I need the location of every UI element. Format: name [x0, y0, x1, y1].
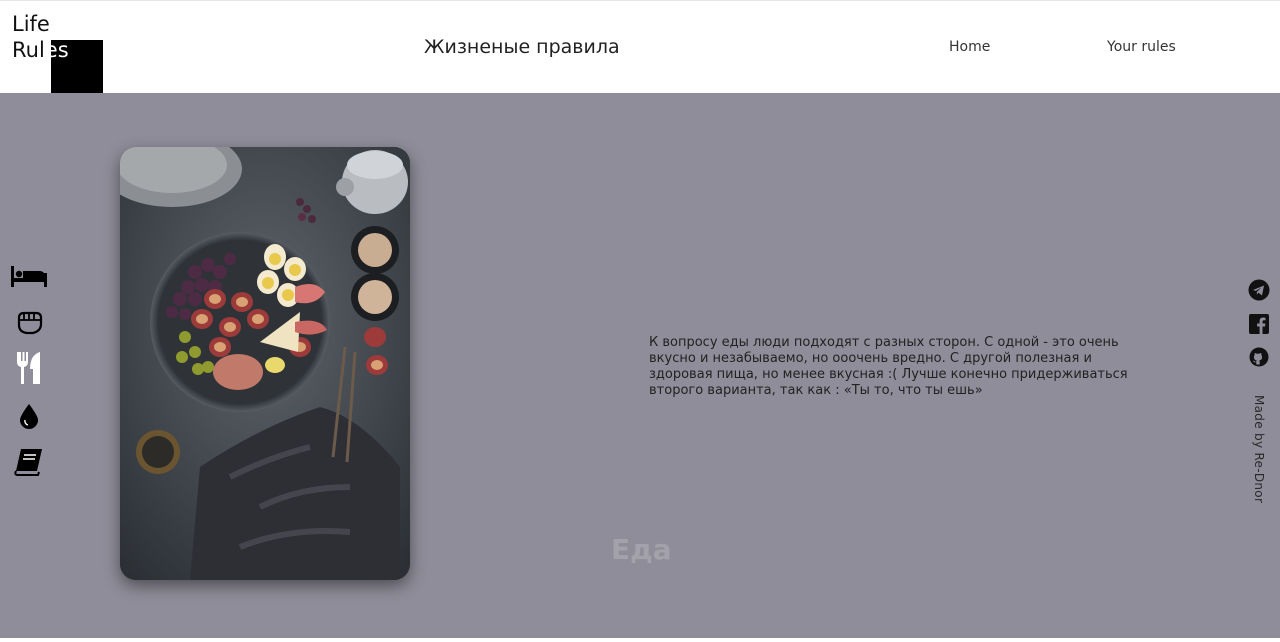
nav-your-rules-link[interactable]: Your rules [1107, 39, 1176, 55]
logo-text-line2: Rules [12, 37, 69, 63]
sidebar-item-sport[interactable] [8, 304, 50, 340]
github-icon [1249, 347, 1269, 367]
food-photo [120, 147, 410, 580]
section-title: Еда [611, 533, 672, 566]
telegram-icon [1248, 279, 1270, 301]
logo[interactable]: Life Rules [12, 11, 112, 93]
sidebar-item-water[interactable] [8, 398, 50, 434]
sidebar-item-reading[interactable] [8, 444, 50, 480]
logo-text-part2: es [44, 38, 69, 62]
page-title: Жизненые правила [424, 36, 620, 58]
sidebar-item-food[interactable] [8, 350, 50, 386]
footer-strip [0, 638, 1280, 642]
book-icon [14, 449, 42, 476]
main-section: К вопросу еды люди подходят с разных сто… [0, 93, 1280, 638]
telegram-link[interactable] [1247, 278, 1271, 302]
header: Life Rules Жизненые правила Home Your ru… [0, 0, 1280, 93]
food-description: К вопросу еды люди подходят с разных сто… [649, 335, 1128, 398]
nav-home-link[interactable]: Home [949, 39, 990, 55]
made-by-credit: Made by Re-Dnor [1252, 395, 1266, 504]
facebook-icon [1249, 314, 1269, 334]
facebook-link[interactable] [1247, 312, 1271, 336]
logo-text-line1: Life [12, 12, 50, 36]
bed-icon [11, 266, 47, 287]
github-link[interactable] [1247, 345, 1271, 369]
fork-knife-icon [17, 352, 40, 384]
water-drop-icon [20, 404, 38, 429]
fist-icon [17, 311, 43, 335]
logo-text-part1: Rul [12, 38, 45, 62]
sidebar-item-sleep[interactable] [8, 258, 50, 294]
